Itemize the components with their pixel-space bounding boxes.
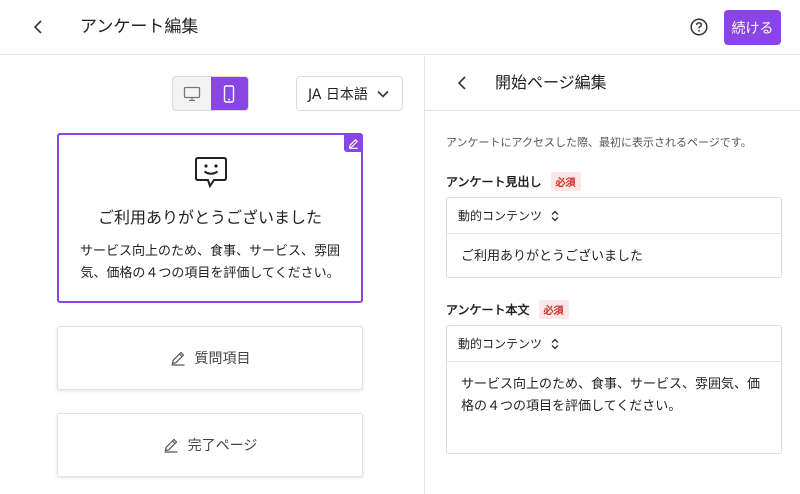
body-field-label-text: アンケート本文 <box>446 303 530 317</box>
mobile-icon <box>224 84 235 103</box>
body-field-label: アンケート本文 必須 <box>446 300 569 319</box>
preview-panel: JA 日本語 ご利用ありがとうございました サービス向上のため、食事、サービス、… <box>0 56 424 494</box>
pencil-icon <box>348 138 358 149</box>
continue-button[interactable]: 続ける <box>724 10 781 45</box>
desktop-icon <box>183 86 200 101</box>
heading-field-value[interactable]: ご利用ありがとうございました <box>447 234 781 280</box>
heading-field-label-text: アンケート見出し <box>446 175 542 189</box>
edit-panel-description: アンケートにアクセスした際、最初に表示されるページです。 <box>446 136 752 149</box>
sort-icon <box>551 338 559 349</box>
body-field-value[interactable]: サービス向上のため、食事、サービス、雰囲気、価格の４つの項目を評価してください。 <box>447 362 781 430</box>
body-content-type-label: 動的コンテンツ <box>458 337 543 351</box>
body-field: 動的コンテンツ サービス向上のため、食事、サービス、雰囲気、価格の４つの項目を評… <box>446 325 782 454</box>
edit-panel-title: 開始ページ編集 <box>495 73 607 92</box>
mobile-view-button[interactable] <box>210 77 248 110</box>
help-icon <box>690 18 708 36</box>
top-bar: アンケート編集 続ける <box>0 0 800 55</box>
required-badge: 必須 <box>550 172 581 191</box>
heading-content-type-select[interactable]: 動的コンテンツ <box>447 198 781 234</box>
desktop-view-button[interactable] <box>173 77 211 110</box>
edit-panel-back-button[interactable] <box>451 70 475 96</box>
body-content-type-select[interactable]: 動的コンテンツ <box>447 326 781 362</box>
edit-start-page-button[interactable] <box>344 134 362 152</box>
heading-field-label: アンケート見出し 必須 <box>446 172 581 191</box>
sort-icon <box>551 210 559 221</box>
back-button[interactable] <box>26 14 52 40</box>
device-toggle <box>172 76 249 111</box>
page-title: アンケート編集 <box>80 17 199 37</box>
edit-panel-header: 開始ページ編集 <box>425 56 800 111</box>
complete-page-card[interactable]: 完了ページ <box>57 413 363 477</box>
required-badge: 必須 <box>538 300 569 319</box>
questions-card[interactable]: 質問項目 <box>57 326 363 390</box>
edit-panel: 開始ページ編集 アンケートにアクセスした際、最初に表示されるページです。 アンケ… <box>424 56 800 494</box>
chevron-down-icon <box>377 90 389 98</box>
start-page-body: サービス向上のため、食事、サービス、雰囲気、価格の４つの項目を評価してください。 <box>79 244 340 281</box>
pencil-icon <box>171 351 184 366</box>
back-icon <box>457 76 466 90</box>
smile-chat-icon <box>195 157 227 189</box>
complete-page-label: 完了ページ <box>187 438 258 454</box>
language-label: JA 日本語 <box>308 86 368 103</box>
pencil-icon <box>164 438 178 453</box>
heading-field: 動的コンテンツ ご利用ありがとうございました <box>446 197 782 278</box>
language-select[interactable]: JA 日本語 <box>296 76 403 111</box>
questions-label: 質問項目 <box>194 351 251 367</box>
heading-content-type-label: 動的コンテンツ <box>458 209 543 223</box>
back-icon <box>33 20 42 34</box>
help-button[interactable] <box>688 16 710 38</box>
start-page-card[interactable]: ご利用ありがとうございました サービス向上のため、食事、サービス、雰囲気、価格の… <box>57 133 363 303</box>
start-page-heading: ご利用ありがとうございました <box>97 208 322 227</box>
